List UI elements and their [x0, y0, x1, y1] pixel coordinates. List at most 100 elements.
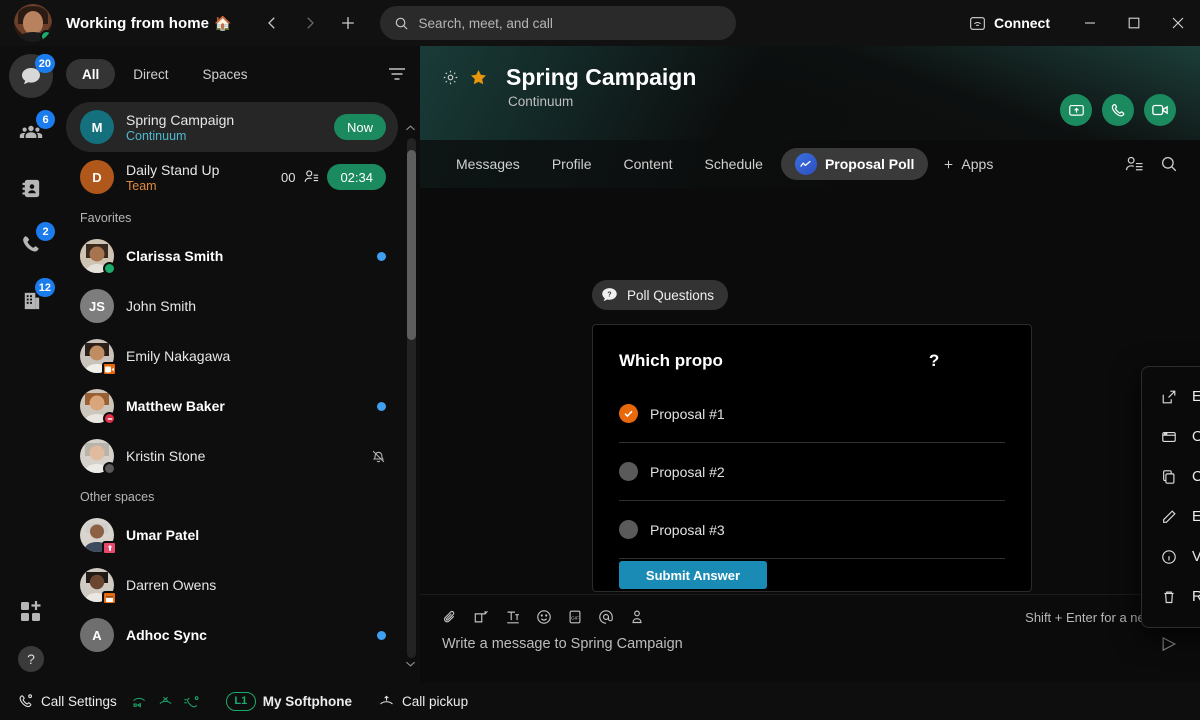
list-item[interactable]: JS John Smith — [66, 281, 398, 331]
list-item[interactable]: Clarissa Smith — [66, 231, 398, 281]
menu-item-remove[interactable]: Remove — [1142, 577, 1200, 617]
status-badge: Now — [333, 114, 386, 140]
format-text-icon[interactable] — [505, 609, 521, 625]
menu-item-expand[interactable]: Expand — [1142, 377, 1200, 417]
rail-badge-messages: 20 — [34, 54, 55, 73]
call-forward-icon[interactable] — [131, 694, 148, 709]
avatar — [80, 239, 116, 275]
list-item[interactable]: A Adhoc Sync — [66, 610, 398, 660]
scroll-up-arrow[interactable] — [405, 124, 418, 138]
unread-indicator — [377, 251, 386, 261]
attach-icon[interactable] — [442, 609, 458, 625]
menu-item-edit[interactable]: Edit — [1142, 497, 1200, 537]
softphone-button[interactable]: L1 My Softphone — [225, 691, 352, 711]
help-icon[interactable]: ? — [18, 646, 44, 672]
call-settings-button[interactable]: Call Settings — [18, 693, 117, 709]
avatar — [80, 339, 117, 376]
poll-option-1[interactable]: Proposal #1 — [619, 385, 1005, 443]
meeting-icon[interactable] — [629, 609, 645, 625]
filter-tab-spaces[interactable]: Spaces — [187, 59, 264, 89]
list-item-subtitle: Continuum — [126, 128, 187, 143]
menu-item-copy-link[interactable]: Copy link — [1142, 457, 1200, 497]
forward-button[interactable] — [294, 7, 326, 39]
call-pickup-button[interactable]: Call pickup — [378, 694, 468, 709]
search-input[interactable]: Search, meet, and call — [379, 6, 736, 40]
list-item[interactable]: M Spring Campaign Continuum Now — [66, 102, 398, 152]
presence-dnd-badge — [103, 412, 116, 425]
message-input[interactable]: Write a message to Spring Campaign — [442, 635, 1178, 653]
scroll-down-arrow[interactable] — [405, 660, 418, 674]
poll-chip-label: Poll Questions — [627, 287, 715, 303]
screen-share-icon[interactable] — [473, 609, 490, 625]
emoji-icon[interactable] — [536, 609, 552, 625]
poll-option-3[interactable]: Proposal #3 — [619, 501, 1005, 559]
list-scrollbar[interactable] — [405, 125, 417, 667]
poll-option-3-label: Proposal #3 — [650, 521, 725, 538]
list-item[interactable]: Matthew Baker — [66, 381, 398, 431]
user-avatar[interactable] — [14, 4, 52, 42]
gif-icon[interactable]: GIF — [567, 609, 583, 625]
gear-icon[interactable] — [442, 69, 459, 86]
close-button[interactable] — [1156, 0, 1200, 46]
browser-icon — [1160, 429, 1178, 445]
avatar-initials: JS — [89, 298, 105, 314]
message-input-placeholder: Write a message to Spring Campaign — [442, 636, 683, 652]
search-icon[interactable] — [1160, 155, 1178, 173]
new-conversation-button[interactable] — [332, 7, 364, 39]
list-item[interactable]: Darren Owens — [66, 560, 398, 610]
people-icon[interactable] — [1125, 156, 1144, 173]
poll-question-text: Which propo — [619, 351, 723, 370]
rail-badge-teams: 6 — [36, 110, 55, 129]
poll-questions-chip[interactable]: ? Poll Questions — [592, 280, 729, 310]
star-icon[interactable] — [469, 68, 488, 87]
tab-content[interactable]: Content — [610, 148, 687, 180]
avatar: JS — [80, 289, 114, 323]
svg-text:GIF: GIF — [571, 616, 579, 621]
list-item[interactable]: D Daily Stand Up Team 00 02:34 — [66, 152, 398, 202]
share-screen-button[interactable] — [1060, 94, 1092, 126]
list-item[interactable]: Kristin Stone — [66, 431, 398, 481]
avatar: A — [80, 618, 114, 652]
maximize-button[interactable] — [1112, 0, 1156, 46]
rail-bottom: ? — [18, 598, 44, 682]
tab-messages[interactable]: Messages — [442, 148, 534, 180]
back-button[interactable] — [256, 7, 288, 39]
avatar — [80, 518, 117, 555]
space-actions — [1060, 94, 1176, 126]
call-transfer-icon[interactable] — [157, 694, 174, 709]
rail-item-messages[interactable]: 20 — [9, 54, 55, 98]
connect-button[interactable]: Connect — [969, 15, 1050, 31]
call-button[interactable] — [1102, 94, 1134, 126]
mention-icon[interactable] — [598, 609, 614, 625]
rail-item-workspaces[interactable]: 12 — [9, 278, 55, 322]
poll-option-2[interactable]: Proposal #2 — [619, 443, 1005, 501]
add-apps-button[interactable]: Apps — [932, 156, 1003, 172]
rail-item-calls[interactable]: 2 — [9, 222, 55, 266]
filter-tab-all[interactable]: All — [66, 59, 116, 89]
poll-option-1-label: Proposal #1 — [650, 405, 725, 422]
scrollbar-thumb[interactable] — [407, 150, 416, 340]
rail-item-teams[interactable]: 6 — [9, 110, 55, 154]
tab-proposal-poll[interactable]: Proposal Poll — [780, 148, 929, 180]
tab-schedule[interactable]: Schedule — [691, 148, 777, 180]
radio-selected-icon[interactable] — [619, 404, 638, 423]
radio-icon[interactable] — [619, 520, 638, 539]
list-item[interactable]: Emily Nakagawa — [66, 331, 398, 381]
menu-item-open-in-browser[interactable]: Open in browser — [1142, 417, 1200, 457]
rail-item-contacts[interactable] — [9, 166, 53, 210]
filter-tab-direct[interactable]: Direct — [117, 59, 184, 89]
menu-item-view-information[interactable]: View information — [1142, 537, 1200, 577]
messages-area: ? Poll Questions Which propo? Proposal #… — [420, 188, 1200, 628]
submit-answer-button[interactable]: Submit Answer — [619, 561, 767, 589]
filter-sort-icon[interactable] — [388, 67, 406, 81]
list-item-title: John Smith — [126, 298, 197, 314]
radio-icon[interactable] — [619, 462, 638, 481]
video-button[interactable] — [1144, 94, 1176, 126]
tab-profile[interactable]: Profile — [538, 148, 606, 180]
status-text[interactable]: Working from home — [66, 15, 209, 32]
call-park-icon[interactable] — [183, 694, 200, 709]
list-item[interactable]: Umar Patel — [66, 510, 398, 560]
send-icon[interactable] — [1160, 635, 1178, 653]
minimize-button[interactable] — [1068, 0, 1112, 46]
add-app-icon[interactable] — [18, 598, 44, 624]
